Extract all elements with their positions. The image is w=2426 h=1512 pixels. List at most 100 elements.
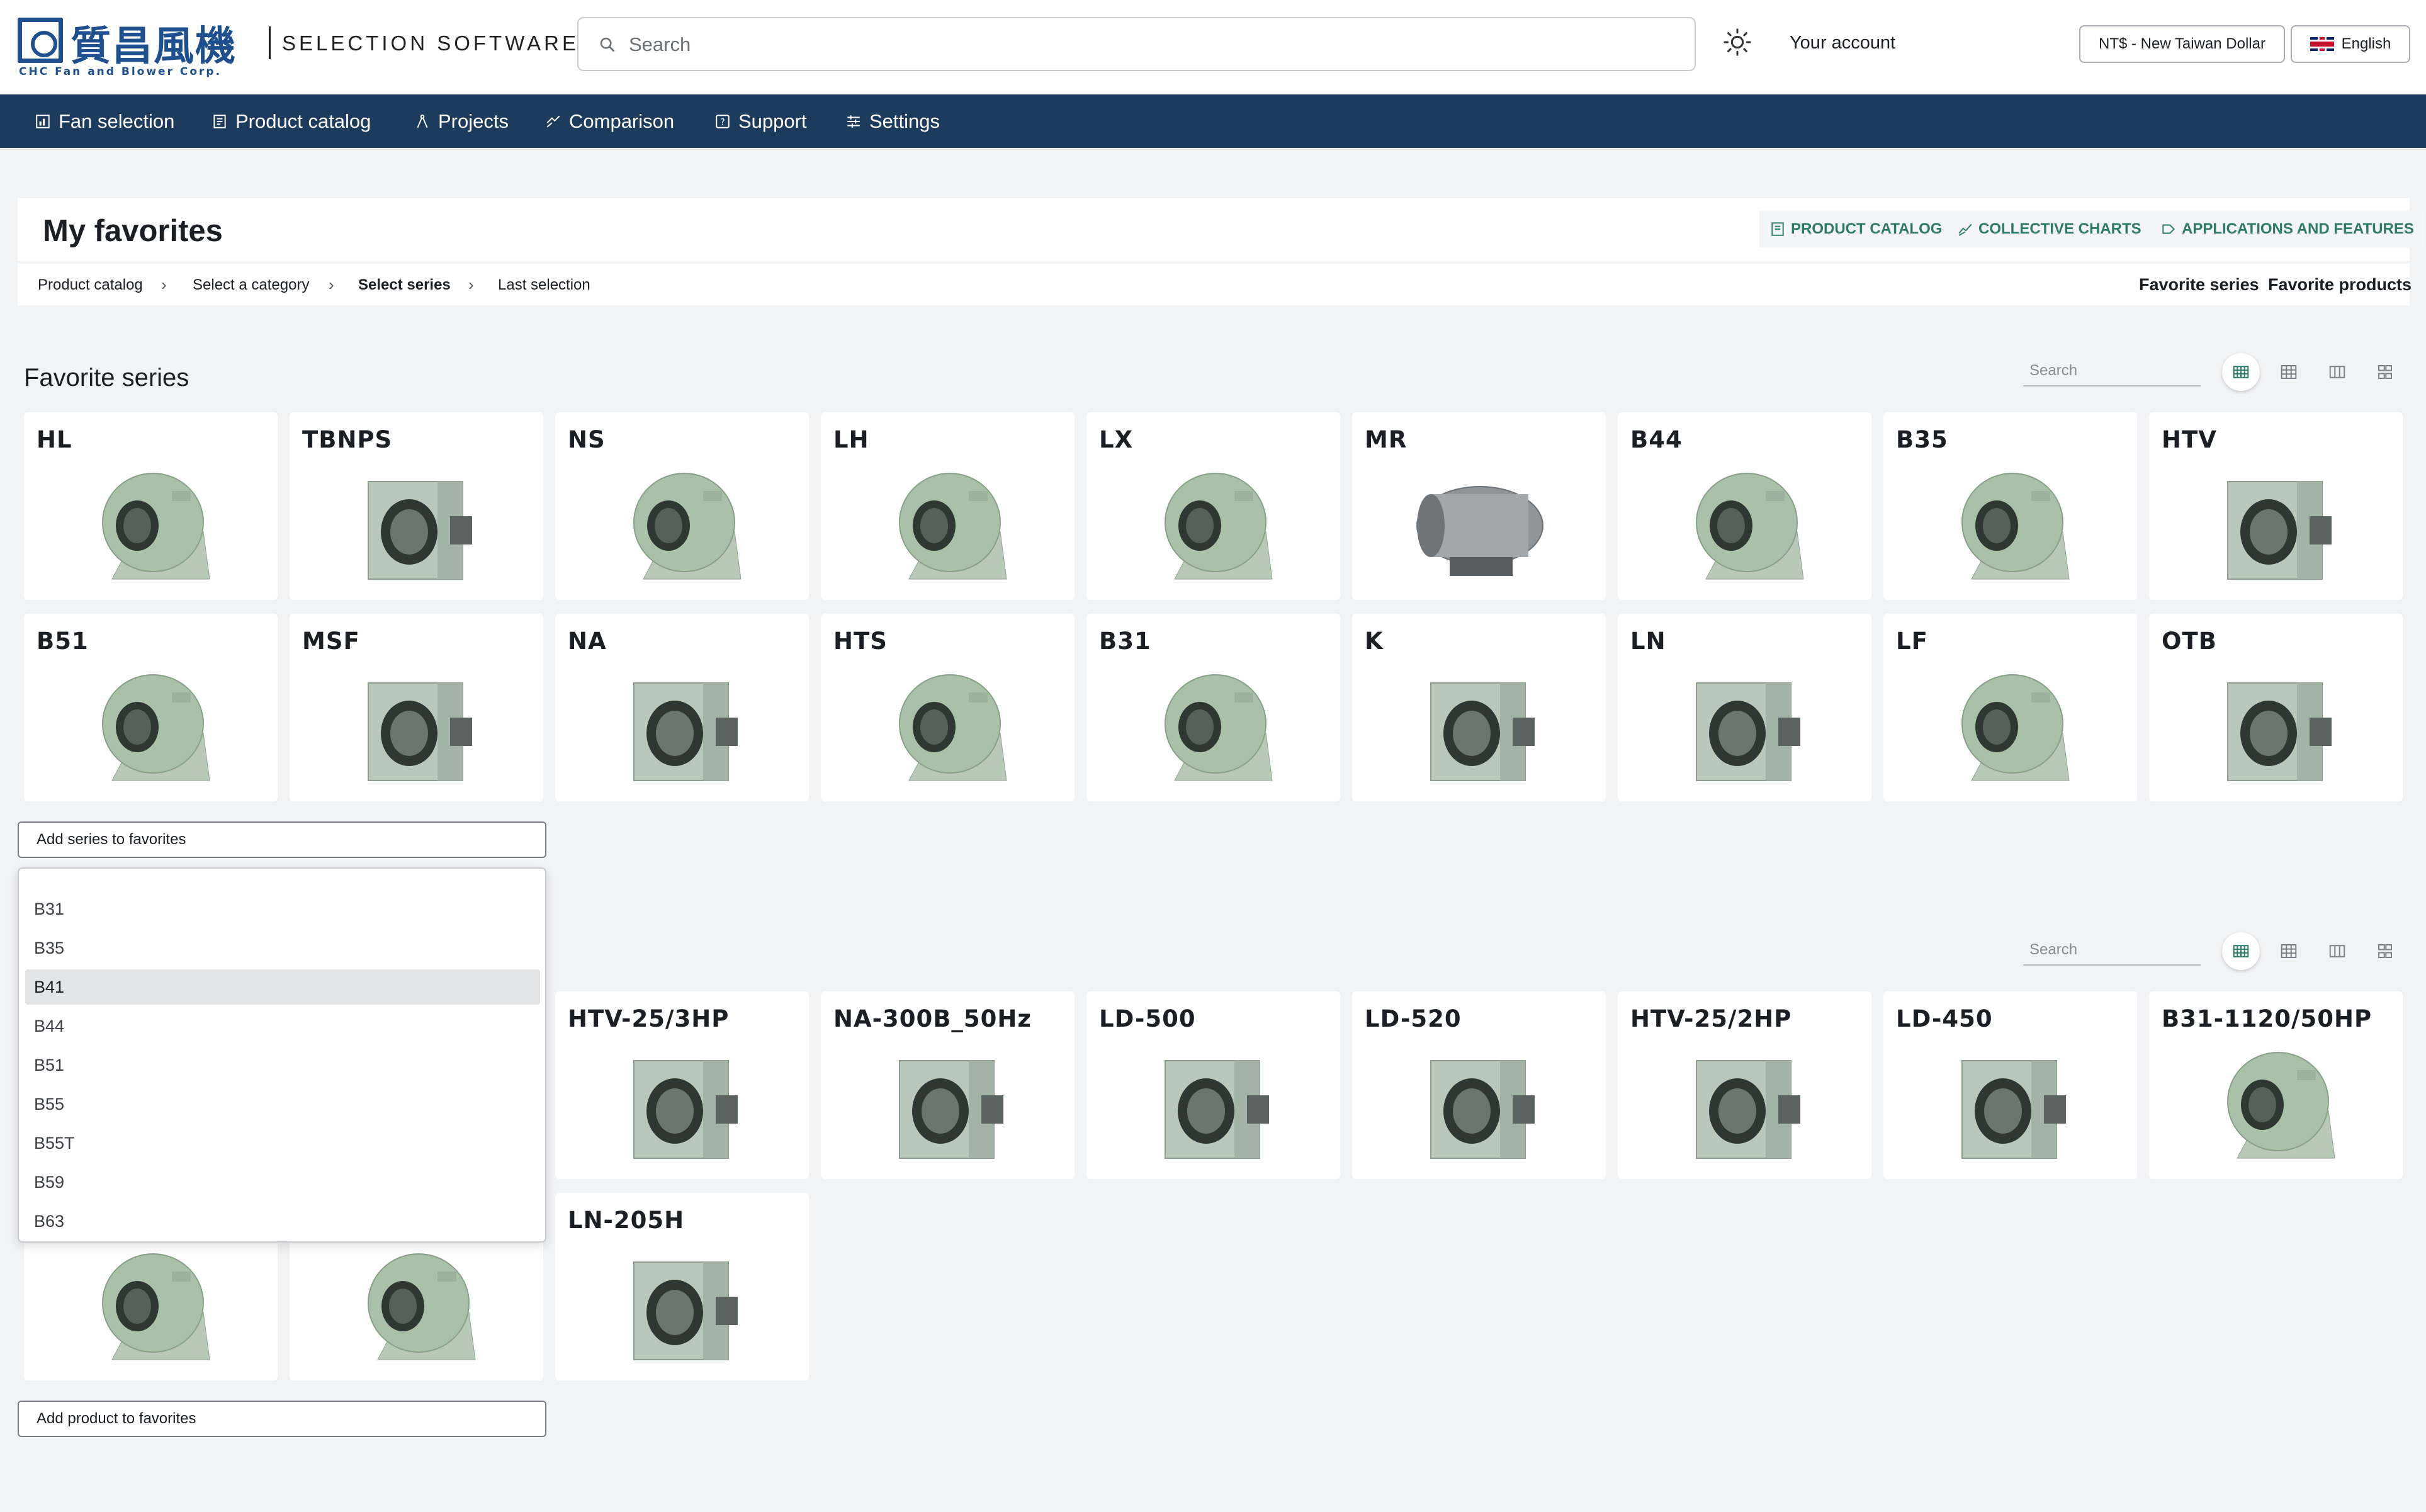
nav-support[interactable]: ? Support bbox=[714, 94, 807, 148]
fan-image bbox=[2227, 682, 2332, 781]
series-search-input[interactable] bbox=[2023, 356, 2201, 386]
favorite-card[interactable]: HTV bbox=[2149, 412, 2403, 600]
language-label: English bbox=[2341, 35, 2391, 52]
nav-projects[interactable]: Projects bbox=[414, 94, 509, 148]
chevron-right-icon: › bbox=[329, 275, 334, 294]
main-nav: Fan selection Product catalog Projects C… bbox=[0, 94, 2426, 148]
dropdown-option[interactable]: B59 bbox=[25, 1165, 540, 1200]
dropdown-option[interactable]: B63 bbox=[25, 1204, 540, 1239]
add-product-input[interactable] bbox=[18, 1401, 546, 1437]
card-label: OTB bbox=[2162, 628, 2217, 655]
uk-flag-icon bbox=[2310, 37, 2334, 51]
view-grid-large-button[interactable] bbox=[2366, 353, 2404, 391]
language-button[interactable]: English bbox=[2291, 25, 2410, 63]
favorite-card[interactable]: B51 bbox=[24, 614, 278, 801]
fan-image bbox=[899, 674, 1007, 781]
dropdown-option[interactable]: B35 bbox=[25, 930, 540, 966]
favorite-card[interactable]: MR bbox=[1352, 412, 1606, 600]
view-grid-medium-button[interactable] bbox=[2270, 932, 2308, 970]
view-grid-small-button[interactable] bbox=[2222, 353, 2260, 391]
favorite-card[interactable]: HTV-25/2HP bbox=[1618, 991, 1871, 1179]
nav-fan-selection[interactable]: Fan selection bbox=[35, 94, 174, 148]
favorite-card[interactable]: B31-1120/50HP bbox=[2149, 991, 2403, 1179]
nav-label: Product catalog bbox=[235, 110, 371, 132]
company-logo[interactable]: 質昌風機 CHC Fan and Blower Corp. bbox=[18, 14, 244, 78]
favorite-card[interactable]: LD-500 bbox=[1086, 991, 1340, 1179]
favorite-card[interactable]: LD-520 bbox=[1352, 991, 1606, 1179]
breadcrumb-select-category[interactable]: Select a category bbox=[193, 276, 309, 294]
currency-button[interactable]: NT$ - New Taiwan Dollar bbox=[2079, 25, 2285, 63]
add-series-input[interactable] bbox=[18, 821, 546, 858]
favorite-card[interactable]: HTS bbox=[821, 614, 1075, 801]
view-columns-button[interactable] bbox=[2318, 932, 2356, 970]
fan-image bbox=[2227, 481, 2332, 580]
view-grid-large-button[interactable] bbox=[2366, 932, 2404, 970]
card-label: B31-1120/50HP bbox=[2162, 1005, 2372, 1032]
fan-image bbox=[102, 1253, 210, 1360]
favorite-card[interactable]: NA-300B_50Hz bbox=[821, 991, 1075, 1179]
account-link[interactable]: Your account bbox=[1790, 33, 1895, 54]
fan-image bbox=[368, 1253, 476, 1360]
dropdown-option[interactable]: B51 bbox=[25, 1047, 540, 1083]
favorite-card[interactable]: HTV-25/3HP bbox=[555, 991, 809, 1179]
collective-charts-link[interactable]: Collective charts bbox=[1947, 211, 2152, 247]
breadcrumb-product-catalog[interactable]: Product catalog bbox=[38, 276, 143, 294]
card-label: LF bbox=[1896, 628, 1928, 655]
favorite-card[interactable]: B31 bbox=[1086, 614, 1340, 801]
card-label: B31 bbox=[1099, 628, 1151, 655]
dropdown-option[interactable]: B44 bbox=[25, 1008, 540, 1044]
favorite-card[interactable]: OTB bbox=[2149, 614, 2403, 801]
favorite-card[interactable]: NA bbox=[555, 614, 809, 801]
fan-selection-icon bbox=[36, 114, 50, 128]
applications-features-link[interactable]: Applications and features bbox=[2150, 211, 2424, 247]
nav-product-catalog[interactable]: Product catalog bbox=[212, 94, 371, 148]
favorite-card[interactable]: HL bbox=[24, 412, 278, 600]
favorite-card[interactable]: LN bbox=[1618, 614, 1871, 801]
dropdown-option[interactable]: B55T bbox=[25, 1126, 540, 1161]
global-search[interactable] bbox=[577, 17, 1696, 71]
fan-image bbox=[1696, 682, 1800, 781]
favorite-card[interactable]: MSF bbox=[290, 614, 543, 801]
card-label: HTV-25/3HP bbox=[568, 1005, 730, 1032]
favorite-card[interactable]: NS bbox=[555, 412, 809, 600]
favorite-card[interactable]: K bbox=[1352, 614, 1606, 801]
nav-label: Support bbox=[738, 110, 807, 132]
view-columns-button[interactable] bbox=[2318, 353, 2356, 391]
favorite-card[interactable]: LH bbox=[821, 412, 1075, 600]
favorite-card[interactable]: LD-450 bbox=[1883, 991, 2137, 1179]
favorite-card[interactable]: B44 bbox=[1618, 412, 1871, 600]
favorite-card[interactable]: LN-205H bbox=[555, 1193, 809, 1380]
card-label: TBNPS bbox=[302, 426, 393, 453]
breadcrumb-select-series[interactable]: Select series bbox=[358, 276, 451, 294]
fan-image bbox=[1961, 1060, 2066, 1159]
card-label: HTV bbox=[2162, 426, 2217, 453]
grid-large-icon bbox=[2378, 944, 2392, 958]
global-search-input[interactable] bbox=[629, 30, 1674, 60]
nav-comparison[interactable]: Comparison bbox=[545, 94, 674, 148]
fan-image bbox=[1165, 674, 1273, 781]
card-label: HL bbox=[37, 426, 72, 453]
dropdown-option[interactable]: B55 bbox=[25, 1086, 540, 1122]
compare-icon bbox=[546, 115, 560, 127]
nav-settings[interactable]: Settings bbox=[845, 94, 940, 148]
favorite-card[interactable]: TBNPS bbox=[290, 412, 543, 600]
grid-small-icon bbox=[2233, 945, 2249, 957]
products-search-input[interactable] bbox=[2023, 935, 2201, 966]
dropdown-option[interactable]: B31 bbox=[25, 891, 540, 927]
favorite-card[interactable]: B35 bbox=[1883, 412, 2137, 600]
favorite-card[interactable]: LF bbox=[1883, 614, 2137, 801]
breadcrumb-last-selection[interactable]: Last selection bbox=[498, 276, 590, 294]
favorite-card[interactable]: LX bbox=[1086, 412, 1340, 600]
nav-label: Projects bbox=[438, 110, 509, 132]
view-grid-small-button[interactable] bbox=[2222, 932, 2260, 970]
tab-favorite-products[interactable]: Favorite products bbox=[2268, 275, 2412, 295]
fan-image bbox=[1430, 682, 1535, 781]
product-catalog-link[interactable]: Product catalog bbox=[1759, 211, 1953, 247]
tab-favorite-series[interactable]: Favorite series bbox=[2139, 275, 2259, 295]
sun-icon[interactable] bbox=[1723, 28, 1752, 57]
top-header: 質昌風機 CHC Fan and Blower Corp. SELECTION … bbox=[0, 0, 2426, 94]
fan-image bbox=[368, 481, 472, 580]
dropdown-option[interactable]: B41 bbox=[25, 969, 540, 1005]
view-grid-medium-button[interactable] bbox=[2270, 353, 2308, 391]
page-header: My favorites Product catalog Collective … bbox=[18, 198, 2424, 305]
